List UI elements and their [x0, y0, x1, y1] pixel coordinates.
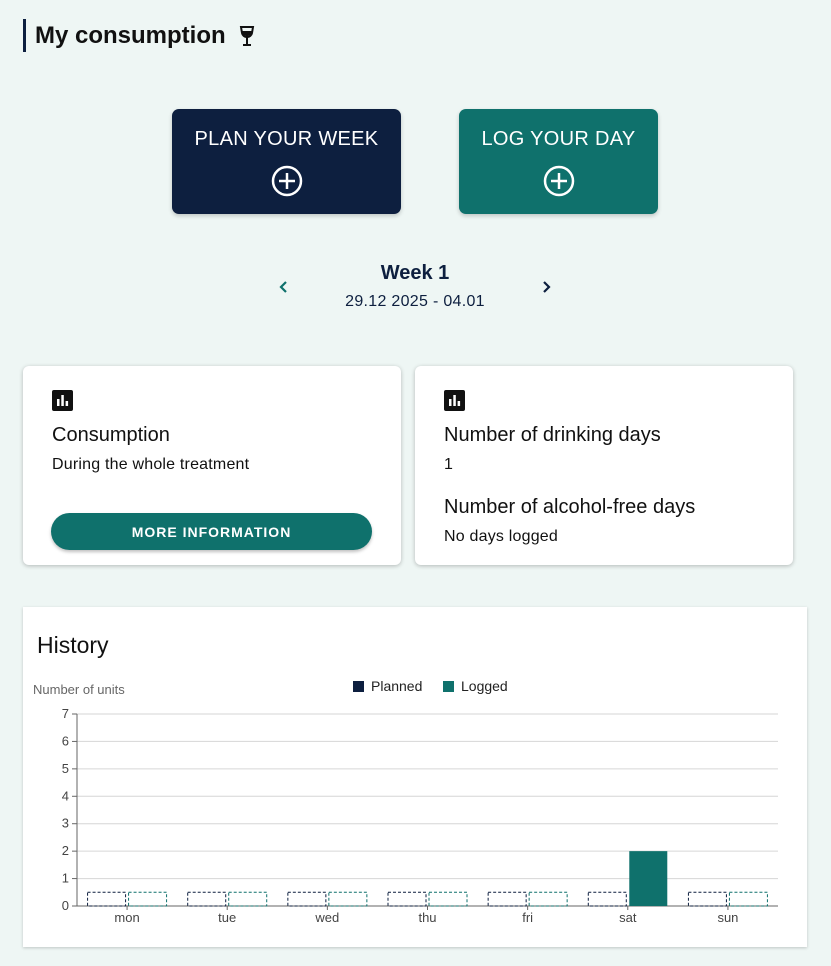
bar-logged-empty: [528, 891, 568, 907]
consumption-subtitle: During the whole treatment: [52, 456, 250, 473]
y-tick-label: 3: [62, 816, 69, 831]
bar-logged: [629, 851, 668, 906]
y-tick-label: 6: [62, 733, 69, 748]
add-circle-icon: [270, 164, 304, 198]
x-tick-label: thu: [418, 910, 436, 925]
alcohol-free-days-value: No days logged: [444, 528, 558, 545]
drinking-days-value: 1: [444, 456, 454, 473]
more-information-button[interactable]: MORE INFORMATION: [51, 513, 372, 550]
bar-logged-empty: [428, 891, 468, 907]
x-tick-label: tue: [218, 910, 236, 925]
x-tick-label: fri: [522, 910, 533, 925]
bar-planned-empty: [187, 891, 227, 907]
chevron-right-icon[interactable]: [536, 277, 556, 297]
bar-planned-empty: [287, 891, 327, 907]
legend-label: Planned: [371, 678, 422, 694]
bar-logged-empty: [128, 891, 168, 907]
x-tick-label: sun: [717, 910, 738, 925]
add-circle-icon: [542, 164, 576, 198]
bar-logged-empty: [328, 891, 368, 907]
y-tick-label: 0: [62, 898, 69, 913]
bar-planned-empty: [487, 891, 527, 907]
week-date-range: 29.12 2025 - 04.01: [345, 293, 485, 310]
bar-planned-empty: [87, 891, 127, 907]
bar-logged-empty: [728, 891, 768, 907]
y-tick-label: 4: [62, 788, 69, 803]
y-tick-label: 5: [62, 761, 69, 776]
bar-logged-empty: [228, 891, 268, 907]
consumption-card: Consumption During the whole treatment M…: [23, 366, 401, 565]
page-header: My consumption: [23, 19, 255, 52]
x-tick-label: wed: [314, 910, 339, 925]
y-tick-label: 7: [62, 706, 69, 721]
bar-chart-icon: [444, 390, 465, 411]
week-navigator: Week 1 29.12 2025 - 04.01: [270, 262, 560, 314]
alcohol-free-days-heading: Number of alcohol-free days: [444, 496, 696, 518]
drinking-days-heading: Number of drinking days: [444, 424, 661, 446]
y-tick-label: 1: [62, 871, 69, 886]
drinking-days-card: Number of drinking days 1 Number of alco…: [415, 366, 793, 565]
bar-chart-icon: [52, 390, 73, 411]
y-axis-label: Number of units: [33, 682, 125, 697]
y-tick-label: 2: [62, 843, 69, 858]
log-your-day-label: LOG YOUR DAY: [481, 128, 636, 150]
legend-label: Logged: [461, 678, 508, 694]
wine-glass-icon: [239, 25, 255, 47]
bar-planned-empty: [587, 891, 627, 907]
log-your-day-button[interactable]: LOG YOUR DAY: [459, 109, 658, 214]
legend-swatch: [353, 681, 364, 692]
legend-swatch: [443, 681, 454, 692]
x-tick-label: sat: [619, 910, 637, 925]
x-tick-label: mon: [114, 910, 139, 925]
page-title: My consumption: [35, 21, 226, 49]
consumption-heading: Consumption: [52, 424, 170, 446]
week-title: Week 1: [380, 262, 450, 284]
history-chart: Number of units 0 1 2 3 4 5 6 7 Planned Logged mon t…: [33, 678, 778, 925]
bar-planned-empty: [387, 891, 427, 907]
bar-planned-empty: [687, 891, 727, 907]
history-card: History Number of units 0 1 2 3 4 5 6 7 Planned Lo…: [23, 607, 807, 947]
plan-your-week-button[interactable]: PLAN YOUR WEEK: [172, 109, 401, 214]
plan-your-week-label: PLAN YOUR WEEK: [194, 128, 379, 150]
